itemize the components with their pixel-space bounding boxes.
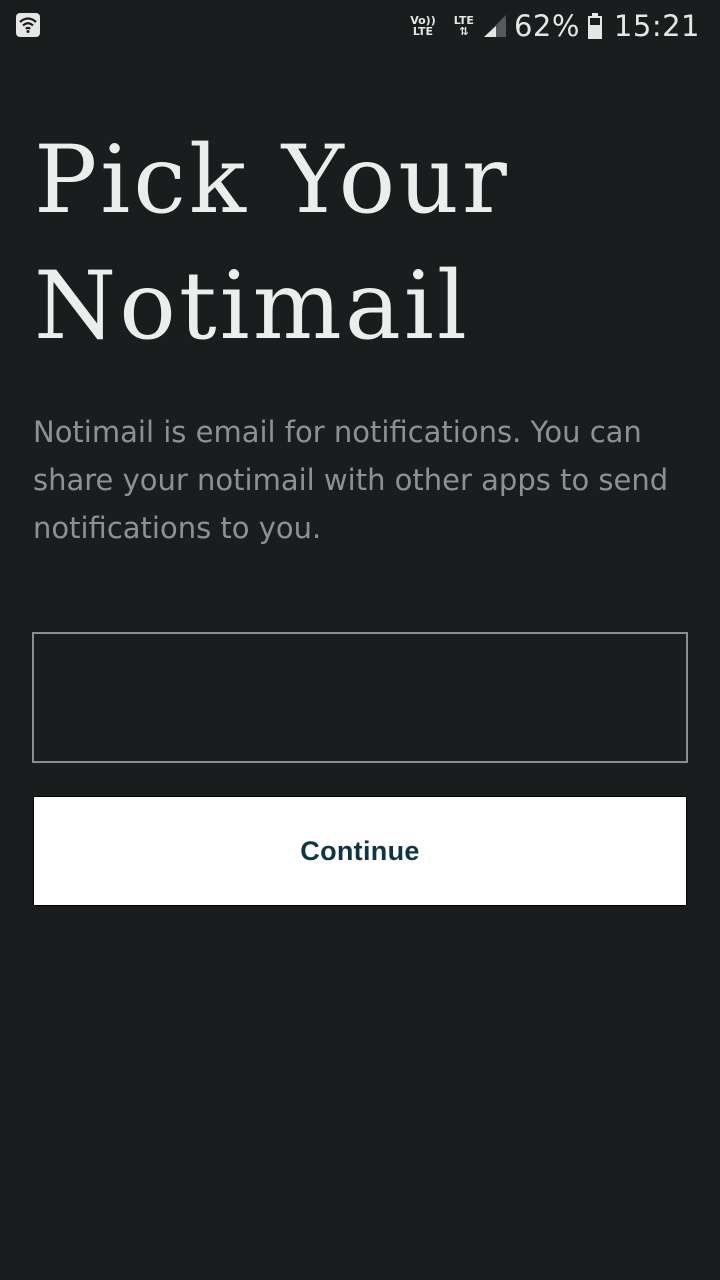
description-text: Notimail is email for notifications. You… bbox=[33, 415, 669, 545]
lte-data-indicator: LTE ⇅ bbox=[453, 14, 474, 38]
wifi-icon bbox=[16, 13, 40, 37]
clock: 15:21 bbox=[613, 9, 700, 43]
status-bar: Vo)) LTE LTE ⇅ 62% 15:21 bbox=[0, 0, 720, 52]
continue-button-label: Continue bbox=[300, 835, 420, 866]
page-title: Pick Your Notimail bbox=[34, 126, 510, 361]
battery-percent: 62% bbox=[513, 9, 580, 43]
volte-indicator: Vo)) LTE bbox=[410, 14, 436, 38]
notimail-input[interactable] bbox=[32, 632, 688, 763]
continue-button[interactable]: Continue bbox=[33, 796, 687, 906]
battery-icon bbox=[587, 13, 602, 39]
cell-signal-icon bbox=[482, 15, 506, 37]
